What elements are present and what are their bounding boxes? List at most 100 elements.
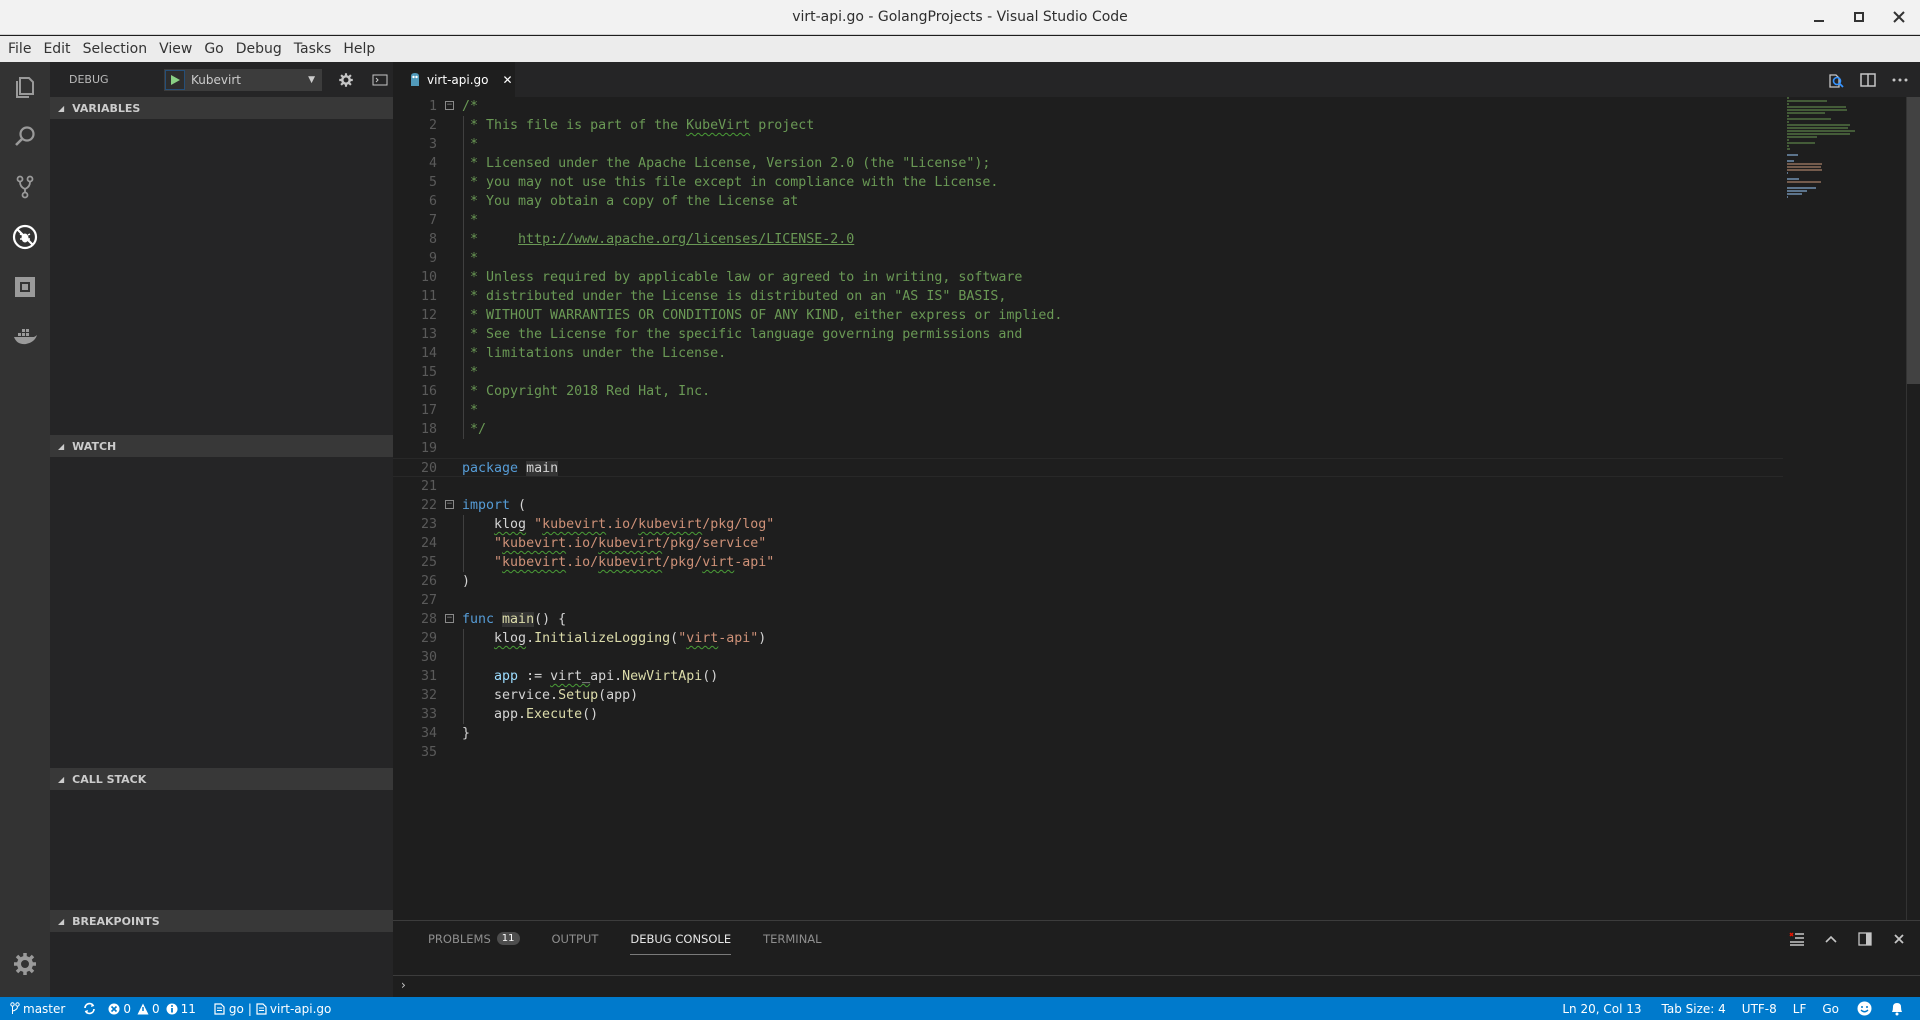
- menu-go[interactable]: Go: [198, 41, 229, 57]
- code-line[interactable]: 22− import (: [393, 496, 1783, 515]
- close-panel-button[interactable]: [1890, 930, 1908, 948]
- code-line[interactable]: 17 *: [393, 401, 1783, 420]
- fold-icon[interactable]: −: [445, 500, 454, 509]
- code-line[interactable]: 23 klog "kubevirt.io/kubevirt/pkg/log": [393, 515, 1783, 534]
- problems-summary[interactable]: 0 0 11: [102, 997, 202, 1020]
- code-line[interactable]: 31 app := virt_api.NewVirtApi(): [393, 667, 1783, 686]
- cursor-position[interactable]: Ln 20, Col 13: [1556, 997, 1647, 1020]
- line-text: *: [462, 251, 479, 266]
- debug-config-select[interactable]: Kubevirt ▼: [164, 68, 322, 91]
- code-line[interactable]: 25 "kubevirt.io/kubevirt/pkg/virt-api": [393, 553, 1783, 572]
- panel-tab-output[interactable]: OUTPUT: [552, 932, 599, 946]
- code-line[interactable]: 8 * http://www.apache.org/licenses/LICEN…: [393, 230, 1783, 249]
- code-line[interactable]: 21: [393, 477, 1783, 496]
- editor-tab[interactable]: virt-api.go ✕: [393, 62, 515, 97]
- fold-icon[interactable]: −: [445, 614, 454, 623]
- encoding[interactable]: UTF-8: [1736, 997, 1783, 1020]
- menu-view[interactable]: View: [153, 41, 198, 57]
- notifications-button[interactable]: [1884, 997, 1910, 1020]
- code-line[interactable]: 12 * WITHOUT WARRANTIES OR CONDITIONS OF…: [393, 306, 1783, 325]
- code-line[interactable]: 18 */: [393, 420, 1783, 439]
- sync-button[interactable]: [77, 997, 102, 1020]
- code-line[interactable]: 32 service.Setup(app): [393, 686, 1783, 705]
- toggle-panel-position-button[interactable]: [1856, 930, 1874, 948]
- menu-edit[interactable]: Edit: [37, 41, 76, 57]
- clear-console-button[interactable]: [1788, 930, 1806, 948]
- debug-console-input[interactable]: ›: [393, 975, 1920, 997]
- language-mode[interactable]: Go: [1816, 997, 1845, 1020]
- code-line[interactable]: 13 * See the License for the specific la…: [393, 325, 1783, 344]
- code-line[interactable]: 30: [393, 648, 1783, 667]
- code-line[interactable]: 7 *: [393, 211, 1783, 230]
- section-breakpoints[interactable]: ◢ BREAKPOINTS: [50, 910, 393, 932]
- code-line[interactable]: 16 * Copyright 2018 Red Hat, Inc.: [393, 382, 1783, 401]
- scrollbar-thumb[interactable]: [1907, 97, 1920, 384]
- end-of-line[interactable]: LF: [1787, 997, 1813, 1020]
- activity-debug[interactable]: [0, 212, 50, 262]
- code-line[interactable]: 5 * you may not use this file except in …: [393, 173, 1783, 192]
- code-line[interactable]: 26): [393, 572, 1783, 591]
- panel-tab-debug-console[interactable]: DEBUG CONSOLE: [630, 932, 731, 955]
- minimap-line: [1787, 193, 1803, 195]
- code-line[interactable]: 20 package main: [393, 458, 1783, 477]
- close-window-button[interactable]: [1888, 6, 1910, 28]
- line-number: 13: [420, 327, 437, 342]
- minimize-button[interactable]: [1808, 6, 1830, 28]
- menu-help[interactable]: Help: [337, 41, 381, 57]
- menu-selection[interactable]: Selection: [77, 41, 154, 57]
- go-workspace[interactable]: go | virt-api.go: [208, 997, 338, 1020]
- code-line[interactable]: 10 * Unless required by applicable law o…: [393, 268, 1783, 287]
- section-call-stack[interactable]: ◢ CALL STACK: [50, 768, 393, 790]
- git-branch[interactable]: master: [0, 997, 71, 1020]
- debug-settings-button[interactable]: [336, 70, 356, 90]
- code-line[interactable]: 34}: [393, 724, 1783, 743]
- code-line[interactable]: 3 *: [393, 135, 1783, 154]
- panel-tab-problems[interactable]: PROBLEMS 11: [428, 932, 520, 946]
- activity-extensions[interactable]: [0, 262, 50, 312]
- code-line[interactable]: 11 * distributed under the License is di…: [393, 287, 1783, 306]
- code-line[interactable]: 19: [393, 439, 1783, 458]
- code-line[interactable]: 28− func main() {: [393, 610, 1783, 629]
- fold-icon[interactable]: −: [445, 101, 454, 110]
- section-variables[interactable]: ◢ VARIABLES: [50, 97, 393, 119]
- code-line[interactable]: 4 * Licensed under the Apache License, V…: [393, 154, 1783, 173]
- maximize-panel-button[interactable]: [1822, 930, 1840, 948]
- feedback-button[interactable]: [1851, 997, 1878, 1020]
- open-changes-button[interactable]: [1826, 70, 1846, 90]
- code-editor[interactable]: 1−/* 2 * This file is part of the KubeVir…: [393, 97, 1783, 920]
- manage-button[interactable]: [0, 939, 50, 989]
- debug-config-value[interactable]: Kubevirt ▼: [185, 70, 321, 90]
- start-debugging-button[interactable]: [165, 69, 185, 90]
- activity-explorer[interactable]: [0, 62, 50, 112]
- more-actions-button[interactable]: [1890, 70, 1910, 90]
- code-line[interactable]: 24 "kubevirt.io/kubevirt/pkg/service": [393, 534, 1783, 553]
- code-line[interactable]: 6 * You may obtain a copy of the License…: [393, 192, 1783, 211]
- code-line[interactable]: 2 * This file is part of the KubeVirt pr…: [393, 116, 1783, 135]
- panel-tab-terminal[interactable]: TERMINAL: [763, 932, 821, 946]
- activity-source-control[interactable]: [0, 162, 50, 212]
- activity-docker[interactable]: [0, 312, 50, 362]
- code-line[interactable]: 15 *: [393, 363, 1783, 382]
- minimap[interactable]: [1785, 97, 1895, 920]
- code-line[interactable]: 35: [393, 743, 1783, 762]
- console-prompt-icon: ›: [401, 978, 406, 992]
- gear-icon: [14, 953, 36, 975]
- code-line[interactable]: 9 *: [393, 249, 1783, 268]
- maximize-button[interactable]: [1848, 6, 1870, 28]
- menu-tasks[interactable]: Tasks: [288, 41, 338, 57]
- tab-size[interactable]: Tab Size: 4: [1656, 997, 1732, 1020]
- code-line[interactable]: 14 * limitations under the License.: [393, 344, 1783, 363]
- section-watch[interactable]: ◢ WATCH: [50, 435, 393, 457]
- menu-debug[interactable]: Debug: [230, 41, 288, 57]
- separator: |: [247, 1001, 252, 1016]
- code-line[interactable]: 1−/*: [393, 97, 1783, 116]
- vertical-scrollbar[interactable]: [1906, 97, 1920, 920]
- code-line[interactable]: 27: [393, 591, 1783, 610]
- code-line[interactable]: 33 app.Execute(): [393, 705, 1783, 724]
- activity-search[interactable]: [0, 112, 50, 162]
- menu-file[interactable]: File: [2, 41, 37, 57]
- debug-console-button[interactable]: [370, 70, 390, 90]
- code-line[interactable]: 29 klog.InitializeLogging("virt-api"): [393, 629, 1783, 648]
- split-editor-button[interactable]: [1858, 70, 1878, 90]
- close-tab-button[interactable]: ✕: [502, 73, 512, 87]
